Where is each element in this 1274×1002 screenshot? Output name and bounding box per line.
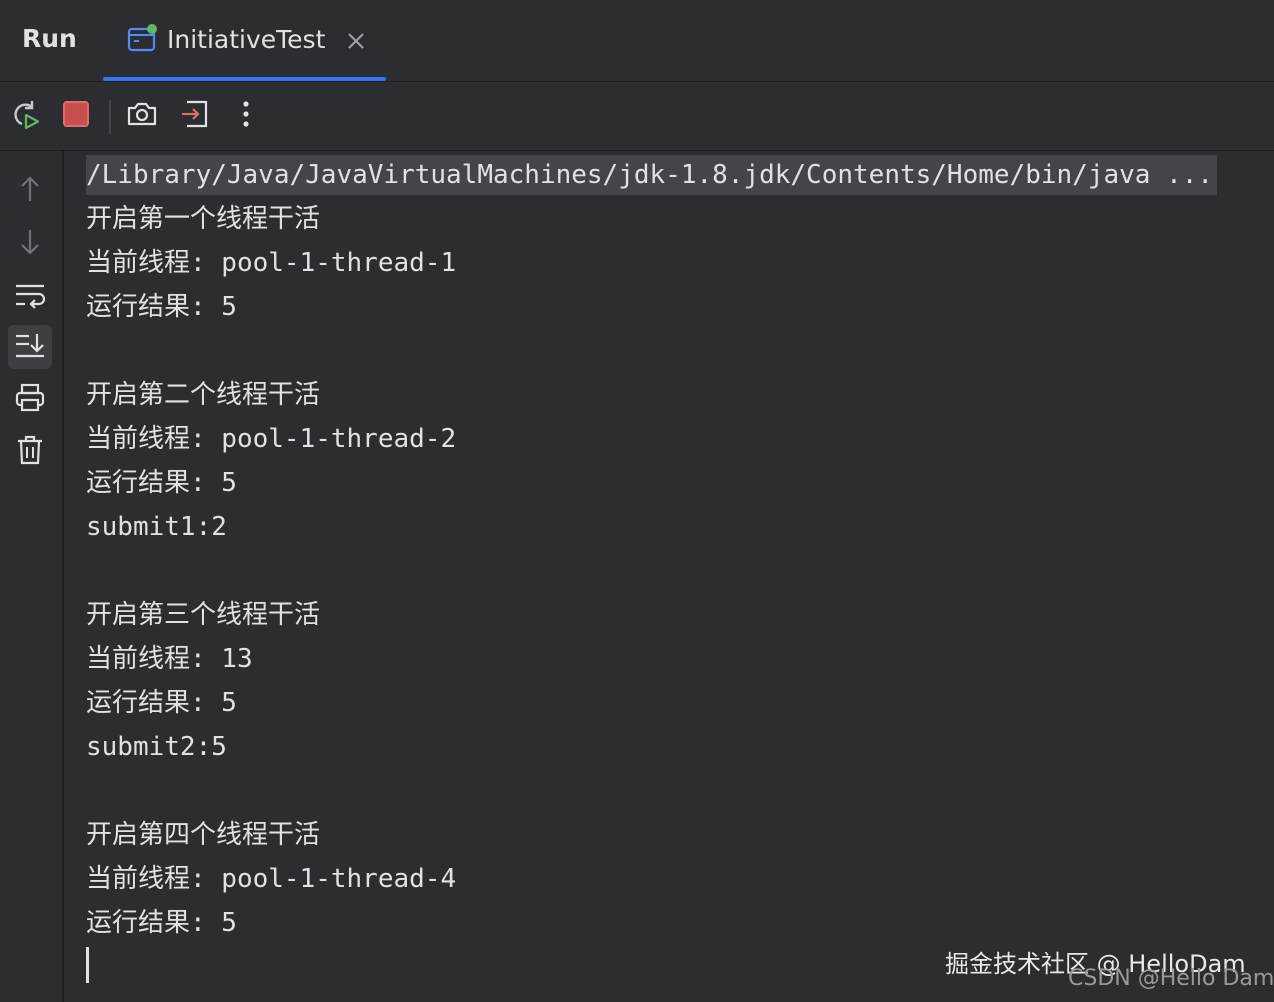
exit-button[interactable] xyxy=(177,98,213,134)
close-icon[interactable] xyxy=(346,31,366,51)
console-line: 开启第一个线程干活 xyxy=(86,204,321,234)
scroll-to-end-icon xyxy=(14,331,46,363)
active-tab-indicator xyxy=(103,77,386,81)
screenshot-button[interactable] xyxy=(124,98,160,134)
console-line: 开启第三个线程干活 xyxy=(86,600,321,630)
console-line: 当前线程: pool-1-thread-2 xyxy=(86,424,457,454)
console-line: 当前线程: 13 xyxy=(86,644,253,674)
previous-occurrence-button[interactable] xyxy=(8,169,52,213)
watermark-csdn: CSDN @Hello Dam xyxy=(1068,966,1274,991)
more-icon xyxy=(241,98,251,134)
console-line-command: /Library/Java/JavaVirtualMachines/jdk-1.… xyxy=(86,155,1218,195)
rerun-button[interactable] xyxy=(6,98,42,134)
console-line: 当前线程: pool-1-thread-1 xyxy=(86,248,457,278)
console-line: 运行结果: 5 xyxy=(86,908,237,938)
trash-icon xyxy=(16,434,44,470)
console-line: 开启第二个线程干活 xyxy=(86,380,321,410)
arrow-up-icon xyxy=(17,174,43,208)
toolbar-separator xyxy=(109,100,111,134)
tab-initiative-test[interactable]: InitiativeTest xyxy=(103,0,386,81)
text-caret xyxy=(86,947,89,983)
soft-wrap-button[interactable] xyxy=(8,275,52,319)
console-output[interactable]: /Library/Java/JavaVirtualMachines/jdk-1.… xyxy=(64,151,1274,1002)
stop-button[interactable] xyxy=(58,98,94,134)
clear-all-button[interactable] xyxy=(8,430,52,474)
console-line: 运行结果: 5 xyxy=(86,688,237,718)
print-button[interactable] xyxy=(8,378,52,422)
run-toolbar xyxy=(0,82,1274,151)
next-occurrence-button[interactable] xyxy=(8,222,52,266)
rerun-icon xyxy=(8,98,40,134)
console-line: 开启第四个线程干活 xyxy=(86,820,321,850)
scroll-to-end-button[interactable] xyxy=(8,325,52,369)
tab-label: InitiativeTest xyxy=(167,25,326,54)
run-config-icon xyxy=(127,24,159,56)
run-tab-bar: Run InitiativeTest xyxy=(0,0,1274,82)
more-button[interactable] xyxy=(228,98,264,134)
console-line: 运行结果: 5 xyxy=(86,292,237,322)
soft-wrap-icon xyxy=(14,281,46,313)
console-line: submit1:2 xyxy=(86,512,227,542)
exit-icon xyxy=(179,98,211,134)
console-line: 当前线程: pool-1-thread-4 xyxy=(86,864,457,894)
camera-icon xyxy=(126,98,158,134)
run-panel-title: Run xyxy=(22,24,77,53)
console-line: submit2:5 xyxy=(86,732,227,762)
print-icon xyxy=(14,383,46,417)
console-gutter xyxy=(0,151,64,1002)
arrow-down-icon xyxy=(17,227,43,261)
console-line: 运行结果: 5 xyxy=(86,468,237,498)
stop-icon xyxy=(62,100,90,132)
